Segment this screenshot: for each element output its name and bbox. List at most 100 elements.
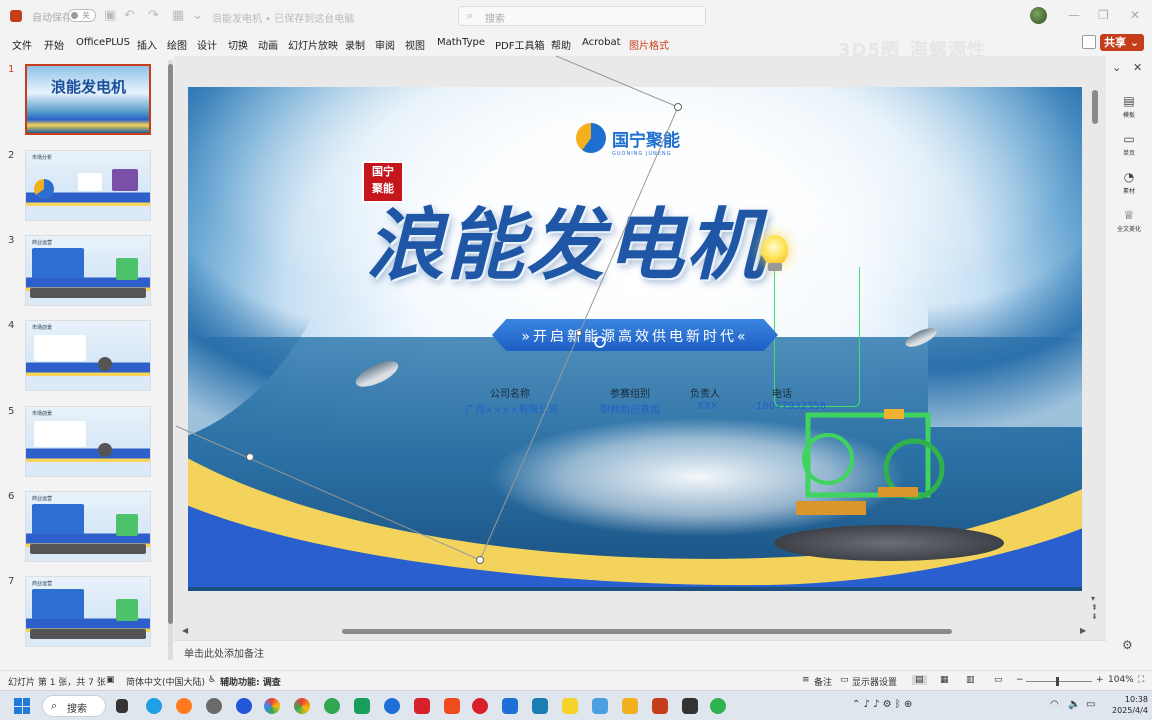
minimize-icon[interactable]: — — [1068, 8, 1080, 22]
tray-icons[interactable]: ⌃ ♪ ♪ ⚙ ᛒ ⊕ — [852, 699, 912, 710]
slide-thumbnail-6[interactable]: 商业运营 — [25, 491, 151, 562]
display-settings-button[interactable]: 显示器设置 — [852, 675, 897, 688]
thumbnails-scrollbar-thumb[interactable] — [168, 64, 173, 624]
autosave-toggle[interactable]: 关 — [68, 9, 96, 22]
app-store-icon[interactable] — [502, 698, 518, 714]
field-value-company[interactable]: 广西××××有限公司 — [465, 401, 559, 416]
tab-slideshow[interactable]: 幻灯片放映 — [288, 37, 338, 52]
zoom-slider[interactable] — [1026, 681, 1092, 682]
zoom-level[interactable]: 104% — [1108, 675, 1134, 685]
powerpoint-icon[interactable] — [652, 698, 668, 714]
tab-view[interactable]: 视图 — [405, 37, 425, 52]
editor-vertical-scrollbar-thumb[interactable] — [1092, 90, 1098, 124]
chrome-like-icon[interactable] — [264, 698, 280, 714]
field-value-group[interactable]: 职教组创意组 — [600, 401, 660, 416]
panel-page[interactable]: ▭ 单页 — [1106, 132, 1152, 157]
chrome-icon[interactable] — [294, 698, 310, 714]
tab-mathtype[interactable]: MathType — [437, 37, 485, 48]
tab-home[interactable]: 开始 — [44, 37, 64, 52]
save-icon[interactable]: ▣ — [104, 8, 116, 23]
tab-animations[interactable]: 动画 — [258, 37, 278, 52]
share-button[interactable]: 共享 ⌄ — [1100, 34, 1144, 51]
comments-icon[interactable] — [1082, 35, 1096, 49]
zoom-out-icon[interactable]: − — [1016, 675, 1024, 685]
tab-review[interactable]: 审阅 — [375, 37, 395, 52]
language-indicator[interactable]: 简体中文(中国大陆) — [126, 675, 205, 688]
search-input[interactable]: ⌕ 搜索 — [458, 6, 706, 26]
tab-help[interactable]: 帮助 — [551, 37, 571, 52]
wechat-icon[interactable] — [710, 698, 726, 714]
accessibility-status[interactable]: 辅助功能: 调查 — [220, 675, 281, 688]
document-title[interactable]: 浪能发电机 • 已保存到这台电脑 — [212, 10, 354, 25]
app-icon[interactable] — [532, 698, 548, 714]
notes-pane[interactable]: 单击此处添加备注 — [174, 640, 1106, 666]
edge-browser-icon[interactable] — [146, 698, 162, 714]
browser-app-icon[interactable] — [324, 698, 340, 714]
field-value-phone[interactable]: 18077932358 — [756, 401, 826, 412]
restore-icon[interactable]: ❐ — [1098, 8, 1109, 22]
zoom-in-icon[interactable]: + — [1096, 675, 1104, 685]
panel-material[interactable]: ◔ 素材 — [1106, 170, 1152, 195]
brave-icon[interactable] — [444, 698, 460, 714]
tab-officeplus[interactable]: OfficePLUS — [76, 37, 130, 48]
panel-close-icon[interactable]: ✕ — [1133, 61, 1142, 74]
panel-template[interactable]: ▤ 模板 — [1106, 94, 1152, 119]
close-icon[interactable]: ✕ — [1130, 8, 1140, 22]
taskbar-search[interactable]: ⌕ 搜索 — [42, 695, 106, 717]
reading-view-icon[interactable]: ▥ — [966, 675, 975, 685]
tab-picture-format[interactable]: 图片格式 — [629, 37, 669, 52]
tab-design[interactable]: 设计 — [197, 37, 217, 52]
field-value-leader[interactable]: XXX — [697, 401, 718, 412]
customize-toolbar-icon[interactable]: ⌄ — [192, 8, 203, 23]
browser-app-icon[interactable] — [206, 698, 222, 714]
slide-thumbnail-7[interactable]: 商业运营 — [25, 576, 151, 647]
windows-start-icon[interactable] — [14, 698, 30, 714]
system-clock[interactable]: 10:38 2025/4/4 — [1112, 694, 1148, 716]
slideshow-icon[interactable]: ▭ — [994, 675, 1003, 685]
tab-pdf-tools[interactable]: PDF工具箱 — [495, 37, 544, 52]
settings-gear-icon[interactable]: ⚙ — [1122, 638, 1133, 652]
volume-icon[interactable]: 🔈 — [1068, 699, 1080, 710]
firefox-icon[interactable] — [176, 698, 192, 714]
redo-icon[interactable]: ↷ — [148, 8, 159, 23]
browser-app-icon[interactable] — [236, 698, 252, 714]
scroll-left-icon[interactable]: ◀ — [182, 626, 188, 635]
slide-canvas[interactable]: 国宁聚能 GUONING JUNENG 国宁 聚能 浪能发电机 »开启新能源高效供… — [188, 87, 1082, 591]
slide-sorter-icon[interactable]: ▦ — [940, 675, 949, 685]
undo-icon[interactable]: ↶ — [124, 8, 135, 23]
yandex-icon[interactable] — [414, 698, 430, 714]
avatar[interactable] — [1030, 7, 1047, 24]
slide-thumbnail-5[interactable]: 市场前景 — [25, 406, 151, 477]
vivaldi-icon[interactable] — [472, 698, 488, 714]
fit-to-window-icon[interactable]: ⛶ — [1138, 675, 1144, 685]
task-view-icon[interactable] — [116, 699, 128, 713]
app-icon[interactable] — [592, 698, 608, 714]
tab-record[interactable]: 录制 — [345, 37, 365, 52]
tab-transitions[interactable]: 切换 — [228, 37, 248, 52]
slide-thumbnail-3[interactable]: 商业运营 — [25, 235, 151, 306]
file-explorer-icon[interactable] — [622, 698, 638, 714]
spellcheck-icon[interactable]: ▣ — [106, 675, 115, 685]
wifi-icon[interactable]: ◠ — [1050, 699, 1059, 710]
browser-app-icon[interactable] — [354, 698, 370, 714]
battery-icon[interactable]: ▭ — [1086, 699, 1095, 710]
tab-file[interactable]: 文件 — [12, 37, 32, 52]
tab-draw[interactable]: 绘图 — [167, 37, 187, 52]
slide-thumbnail-1[interactable]: 浪能发电机 — [25, 64, 151, 135]
notes-toggle[interactable]: 备注 — [814, 675, 832, 688]
page-nav-icon[interactable]: ▾ ⇞ ⇟ — [1091, 594, 1098, 621]
scroll-right-icon[interactable]: ▶ — [1080, 626, 1086, 635]
app-icon[interactable] — [562, 698, 578, 714]
ie-icon[interactable] — [384, 698, 400, 714]
slide-thumbnail-2[interactable]: 市场分析 — [25, 150, 151, 221]
tab-acrobat[interactable]: Acrobat — [582, 37, 621, 48]
presentation-icon[interactable]: ▦ — [172, 8, 184, 23]
normal-view-icon[interactable]: ▤ — [912, 675, 927, 685]
horizontal-scrollbar-thumb[interactable] — [342, 629, 952, 634]
tab-insert[interactable]: 插入 — [137, 37, 157, 52]
slide-main-title[interactable]: 浪能发电机 — [366, 183, 766, 295]
zoom-slider-thumb[interactable] — [1056, 677, 1059, 686]
panel-beautify[interactable]: ♕ 全文美化 — [1106, 208, 1152, 233]
collapse-icon[interactable]: ⌄ — [1112, 61, 1121, 74]
app-icon[interactable] — [682, 698, 698, 714]
